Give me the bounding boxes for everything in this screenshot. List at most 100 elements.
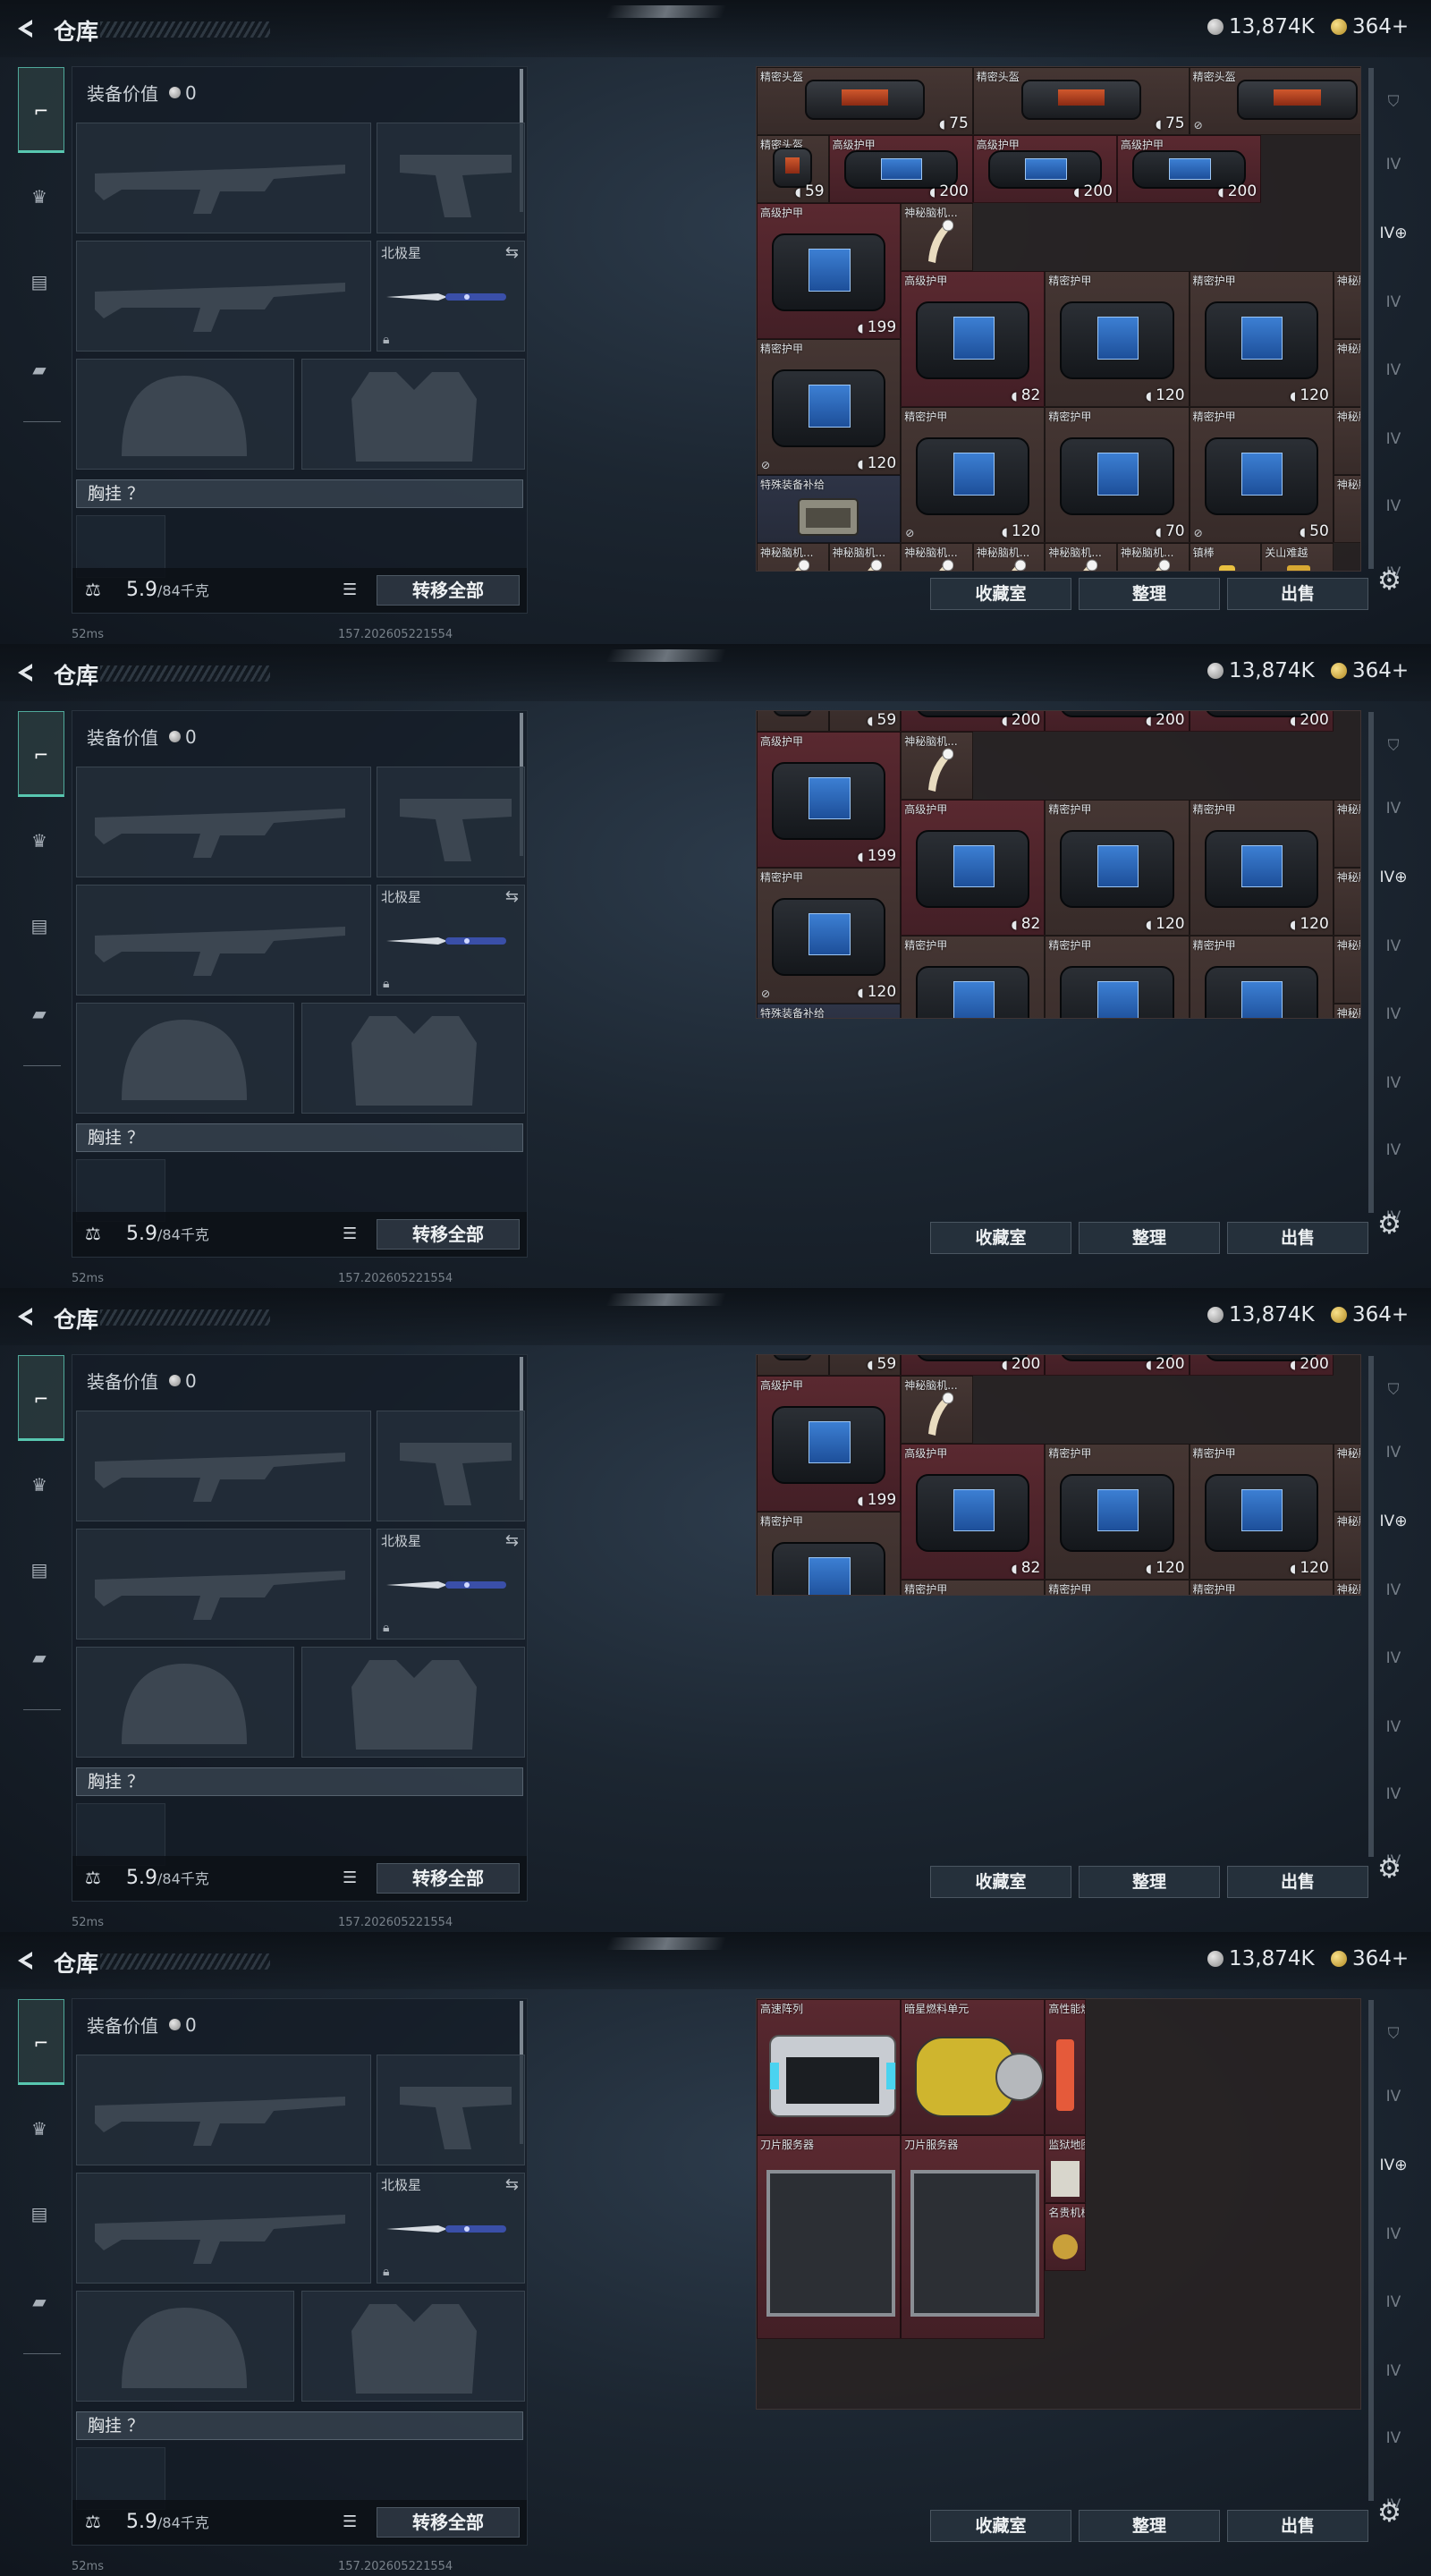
collection-button[interactable]: 收藏室 — [930, 578, 1071, 610]
stash-item[interactable]: 精密头盔75⊘ — [1189, 67, 1360, 135]
stash-item[interactable]: 高级护甲200 — [1117, 135, 1262, 203]
stash-item[interactable]: 神秘脑机... — [901, 731, 973, 800]
stash-scrollbar[interactable] — [1368, 1356, 1374, 1857]
stash-item[interactable]: 200 — [1045, 711, 1190, 732]
chest-rig-header[interactable]: 胸挂 ？ — [76, 1123, 523, 1152]
stash-item[interactable]: 精密护甲120⊘ — [901, 935, 1046, 1018]
backpack-tab-icon[interactable]: ▤ — [20, 264, 59, 300]
filter-c-icon[interactable]: IV⊕ — [1376, 1513, 1411, 1543]
filter-g-icon[interactable]: IV — [1376, 497, 1411, 528]
stash-item[interactable]: 神秘脑机... — [1045, 543, 1117, 571]
gold-currency[interactable]: 364+ — [1331, 658, 1409, 683]
primary-weapon-slot[interactable] — [76, 2055, 371, 2165]
stash-item[interactable]: 精密护甲70 — [1045, 1579, 1190, 1595]
filter-e-icon[interactable]: IV — [1376, 2293, 1411, 2324]
stash-item[interactable]: 精密护甲 120 — [1045, 271, 1190, 407]
filter-d-icon[interactable]: IV — [1376, 293, 1411, 324]
stash-item[interactable]: 精密头盔59 — [757, 135, 829, 203]
stash-item[interactable]: 神秘脑机... — [828, 543, 902, 571]
stash-item[interactable]: 精密护甲 120 — [1189, 1443, 1334, 1580]
stash-item[interactable]: 高性能燃油 — [1045, 1999, 1086, 2135]
stash-item[interactable]: 200 — [1045, 1355, 1190, 1376]
armor-slot[interactable] — [301, 1003, 525, 1114]
stash-item[interactable]: 59 — [828, 1355, 902, 1376]
stash-item[interactable]: 200 — [901, 1355, 1046, 1376]
collection-button[interactable]: 收藏室 — [930, 1866, 1071, 1898]
stash-item[interactable]: 暗星燃料单元 — [901, 1999, 1046, 2135]
stash-item[interactable]: 高级护甲 82 — [901, 1443, 1046, 1580]
stash-item[interactable]: 200 — [901, 711, 1046, 732]
case-tab-icon[interactable]: ▰ — [20, 996, 59, 1031]
stash-item[interactable]: 神秘脑机... — [1333, 1003, 1360, 1018]
collection-button[interactable]: 收藏室 — [930, 1222, 1071, 1254]
filter-f-icon[interactable]: IV — [1376, 1074, 1411, 1105]
filter-a-icon[interactable]: ⛉ — [1376, 2025, 1411, 2055]
settings-gear-icon[interactable]: ⚙ — [1377, 2497, 1401, 2529]
stash-item[interactable]: 神秘脑机... — [1117, 543, 1190, 571]
filter-a-icon[interactable]: ⛉ — [1376, 737, 1411, 767]
stash-item[interactable]: 精密护甲120⊘ — [901, 407, 1046, 543]
swap-icon[interactable]: ⇆ — [505, 243, 519, 262]
stash-item[interactable]: 神秘脑机... — [1333, 1511, 1360, 1580]
filter-c-icon[interactable]: IV⊕ — [1376, 225, 1411, 255]
stash-item[interactable]: 名贵机械表 — [1045, 2203, 1086, 2271]
filter-d-icon[interactable]: IV — [1376, 937, 1411, 968]
filter-b-icon[interactable]: IV — [1376, 800, 1411, 830]
gold-currency[interactable]: 364+ — [1331, 1302, 1409, 1327]
stash-item[interactable]: 精密护甲 120 — [1045, 1443, 1190, 1580]
back-arrow-icon[interactable] — [14, 18, 34, 39]
gold-currency[interactable]: 364+ — [1331, 14, 1409, 39]
stash-item[interactable]: 神秘脑机... — [1333, 271, 1360, 339]
melee-slot[interactable]: 北极星 ⇆ 🔒︎ — [377, 885, 525, 996]
melee-slot[interactable]: 北极星 ⇆ 🔒︎ — [377, 2173, 525, 2284]
swap-icon[interactable]: ⇆ — [505, 887, 519, 906]
list-icon[interactable]: ☰ — [343, 1224, 357, 1243]
backpack-tab-icon[interactable]: ▤ — [20, 1552, 59, 1588]
secondary-weapon-slot[interactable] — [76, 885, 371, 996]
stash-item[interactable]: 神秘脑机... — [972, 543, 1046, 571]
chest-rig-header[interactable]: 胸挂 ？ — [76, 1767, 523, 1796]
stash-item[interactable]: 特殊装备补给 — [757, 1003, 902, 1018]
gold-currency[interactable]: 364+ — [1331, 1946, 1409, 1971]
settings-gear-icon[interactable]: ⚙ — [1377, 565, 1401, 597]
backpack-tab-icon[interactable]: ▤ — [20, 2196, 59, 2232]
stash-item[interactable]: 200 — [1189, 711, 1334, 732]
filter-c-icon[interactable]: IV⊕ — [1376, 2157, 1411, 2187]
silver-currency[interactable]: 13,874K — [1207, 658, 1315, 683]
melee-slot[interactable]: 北极星 ⇆ 🔒︎ — [377, 241, 525, 352]
case-tab-icon[interactable]: ▰ — [20, 2284, 59, 2319]
sell-button[interactable]: 出售 — [1227, 1866, 1368, 1898]
stash-item[interactable]: 关山难越 — [1261, 543, 1334, 571]
settings-gear-icon[interactable]: ⚙ — [1377, 1209, 1401, 1241]
filter-e-icon[interactable]: IV — [1376, 1005, 1411, 1036]
armor-slot[interactable] — [301, 1647, 525, 1758]
stash-item[interactable]: 精密头盔 75 — [757, 67, 973, 135]
filter-d-icon[interactable]: IV — [1376, 2225, 1411, 2256]
silver-currency[interactable]: 13,874K — [1207, 1302, 1315, 1327]
stash-item[interactable]: 精密护甲70 — [1045, 407, 1190, 543]
sort-button[interactable]: 整理 — [1079, 578, 1220, 610]
stash-item[interactable]: 精密护甲50⊘ — [1189, 1579, 1334, 1595]
secondary-weapon-slot[interactable] — [76, 2173, 371, 2284]
stash-item[interactable]: 高级护甲 82 — [901, 799, 1046, 936]
transfer-all-button[interactable]: 转移全部 — [377, 1219, 520, 1250]
stash-item[interactable]: 神秘脑机... — [901, 543, 973, 571]
sidearm-slot[interactable] — [377, 2055, 525, 2165]
sidearm-slot[interactable] — [377, 767, 525, 877]
stash-item[interactable]: 镇棒 — [1189, 543, 1262, 571]
stash-item[interactable] — [757, 711, 829, 732]
stash-item[interactable] — [757, 1355, 829, 1376]
back-arrow-icon[interactable] — [14, 662, 34, 683]
helmet-slot[interactable] — [76, 2291, 294, 2402]
helmet-slot[interactable] — [76, 359, 294, 470]
transfer-all-button[interactable]: 转移全部 — [377, 2507, 520, 2538]
stash-scrollbar[interactable] — [1368, 68, 1374, 569]
stash-item[interactable]: 神秘脑机... — [1333, 935, 1360, 1004]
sell-button[interactable]: 出售 — [1227, 2510, 1368, 2542]
stash-item[interactable]: 神秘脑机... — [1333, 1579, 1360, 1595]
stash-item[interactable]: 刀片服务器 — [901, 2135, 1046, 2339]
filter-e-icon[interactable]: IV — [1376, 361, 1411, 392]
stash-item[interactable]: 神秘脑机... — [1333, 867, 1360, 936]
filter-f-icon[interactable]: IV — [1376, 430, 1411, 461]
silver-currency[interactable]: 13,874K — [1207, 14, 1315, 39]
